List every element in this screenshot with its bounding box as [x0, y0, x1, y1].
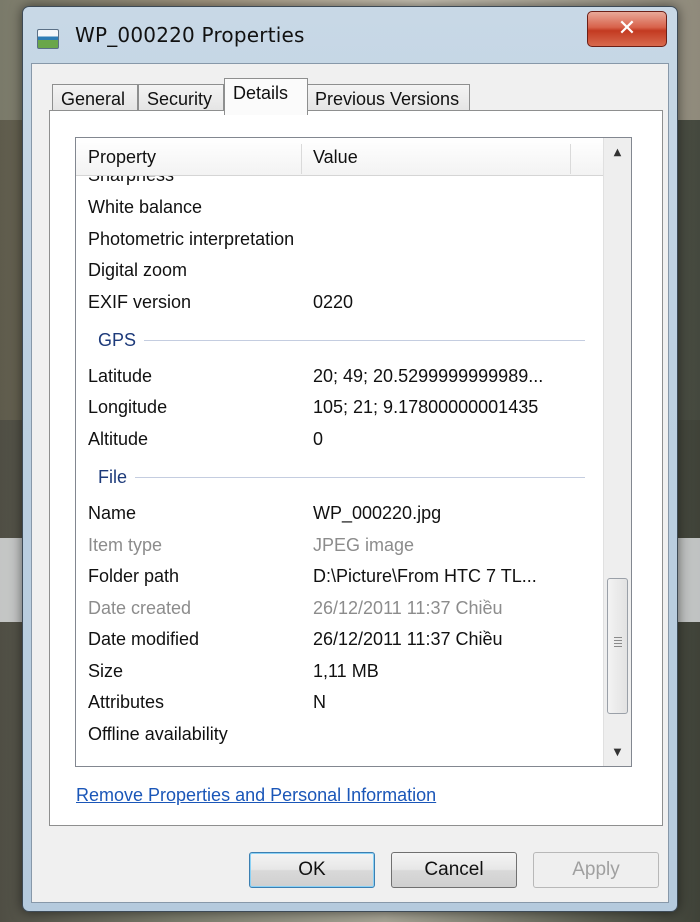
property-name: White balance [88, 197, 203, 217]
property-name: Offline availability [88, 724, 228, 744]
grip-icon [614, 637, 622, 649]
property-value: WP_000220.jpg [313, 503, 442, 523]
scroll-down-arrow-icon[interactable]: ▼ [604, 740, 631, 766]
list-item[interactable]: Altitude 0 [76, 424, 603, 454]
dialog-client-area: General Security Details Previous Versio… [31, 63, 669, 903]
scroll-up-arrow-icon[interactable]: ▲ [604, 140, 631, 166]
column-divider[interactable] [570, 144, 571, 174]
remove-properties-link[interactable]: Remove Properties and Personal Informati… [76, 785, 436, 806]
vertical-scrollbar[interactable]: ▲ ▼ [603, 138, 631, 766]
property-value: 105; 21; 9.17800000001435 [313, 397, 539, 417]
property-name: EXIF version [88, 292, 192, 312]
list-item[interactable]: EXIF version 0220 [76, 287, 603, 317]
group-header-file[interactable]: File [76, 462, 603, 492]
properties-dialog: WP_000220 Properties ✕ General Security … [22, 6, 678, 912]
ok-button[interactable]: OK [249, 852, 375, 888]
close-button[interactable]: ✕ [587, 11, 667, 47]
property-name: Photometric interpretation [88, 229, 295, 249]
property-value: 0220 [313, 292, 354, 312]
property-name: Altitude [88, 429, 149, 449]
property-value: 1,11 MB [313, 661, 379, 681]
property-value: 20; 49; 20.5299999999989... [313, 366, 544, 386]
list-rows: Sharpness White balance Photometric inte… [76, 176, 603, 766]
apply-button[interactable]: Apply [533, 852, 659, 888]
column-header-value[interactable]: Value [313, 138, 358, 176]
group-label: GPS [98, 325, 145, 355]
cancel-button[interactable]: Cancel [391, 852, 517, 888]
list-item[interactable]: Item type JPEG image [76, 530, 603, 560]
property-name: Folder path [88, 566, 180, 586]
list-item[interactable]: White balance [76, 192, 603, 222]
property-value: N [313, 692, 326, 712]
list-item[interactable]: Digital zoom [76, 255, 603, 285]
group-label: File [98, 462, 136, 492]
list-item[interactable]: Offline availability [76, 719, 603, 749]
list-item[interactable]: Latitude 20; 49; 20.5299999999989... [76, 361, 603, 391]
list-item[interactable]: Longitude 105; 21; 9.17800000001435 [76, 392, 603, 422]
property-value: 26/12/2011 11:37 Chiều [313, 598, 503, 618]
property-value: 0 [313, 429, 324, 449]
property-name: Name [88, 503, 137, 523]
list-item[interactable]: Name WP_000220.jpg [76, 498, 603, 528]
details-tab-page: Property Value Sharpness White balance P… [49, 110, 663, 826]
scroll-thumb[interactable] [607, 578, 628, 714]
image-file-icon [37, 29, 59, 49]
property-value: 26/12/2011 11:37 Chiều [313, 629, 503, 649]
list-item[interactable]: Date created 26/12/2011 11:37 Chiều [76, 593, 603, 623]
property-name: Digital zoom [88, 260, 188, 280]
group-divider [98, 340, 585, 341]
property-name: Latitude [88, 366, 153, 386]
column-header-property[interactable]: Property [88, 138, 156, 176]
property-name: Attributes [88, 692, 165, 712]
window-title: WP_000220 Properties [75, 23, 305, 47]
list-item[interactable]: Attributes N [76, 687, 603, 717]
property-name: Date created [88, 598, 192, 618]
group-divider [98, 477, 585, 478]
properties-list[interactable]: Property Value Sharpness White balance P… [75, 137, 632, 767]
property-name: Sharpness [88, 176, 174, 190]
list-item[interactable]: Sharpness [76, 176, 603, 190]
list-item[interactable]: Photometric interpretation [76, 224, 603, 254]
tab-details[interactable]: Details [224, 78, 308, 115]
property-value: JPEG image [313, 535, 415, 555]
list-item[interactable]: Folder path D:\Picture\From HTC 7 TL... [76, 561, 603, 591]
column-divider[interactable] [301, 144, 302, 174]
property-name: Item type [88, 535, 163, 555]
property-name: Date modified [88, 629, 200, 649]
group-header-gps[interactable]: GPS [76, 325, 603, 355]
list-header: Property Value [76, 138, 603, 176]
property-name: Size [88, 661, 124, 681]
list-item[interactable]: Size 1,11 MB [76, 656, 603, 686]
title-bar[interactable]: WP_000220 Properties ✕ [23, 7, 677, 63]
list-item[interactable]: Date modified 26/12/2011 11:37 Chiều [76, 624, 603, 654]
property-value: D:\Picture\From HTC 7 TL... [313, 566, 537, 586]
property-name: Longitude [88, 397, 168, 417]
